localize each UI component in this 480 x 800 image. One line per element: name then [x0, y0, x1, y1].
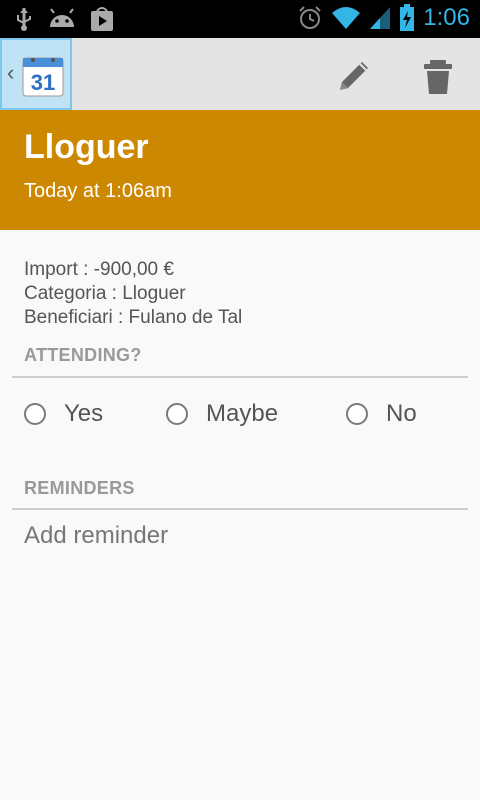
event-title: Lloguer [24, 128, 149, 166]
action-bar: ‹ 31 [0, 38, 480, 112]
notification-icons [14, 6, 114, 32]
event-header: Lloguer Today at 1:06am [0, 110, 480, 230]
attending-no-option[interactable]: No [346, 400, 417, 428]
radio-button[interactable] [24, 403, 46, 425]
event-datetime: Today at 1:06am [24, 180, 172, 202]
delete-icon[interactable] [416, 54, 460, 98]
play-store-icon [91, 7, 113, 31]
description-line: Beneficiari : Fulano de Tal [24, 307, 243, 328]
system-icons: 1:06 [297, 4, 470, 32]
calendar-app-icon: 31 [22, 57, 64, 97]
clock: 1:06 [423, 4, 470, 31]
description-line: Import : -900,00 € [24, 259, 174, 280]
attending-options: Yes Maybe No [0, 400, 480, 440]
calendar-day-number: 31 [31, 70, 55, 95]
signal-icon [370, 7, 391, 29]
attending-divider [12, 376, 468, 378]
android-debug-icon [50, 8, 74, 27]
status-bar: 1:06 [0, 0, 480, 38]
battery-charging-icon [400, 4, 415, 31]
home-up-button[interactable]: ‹ 31 [0, 38, 72, 110]
reminders-divider [12, 508, 468, 510]
attending-yes-option[interactable]: Yes [24, 400, 103, 428]
usb-icon [17, 8, 31, 31]
option-label: Yes [64, 400, 104, 427]
reminders-label: REMINDERS [24, 478, 135, 498]
radio-button[interactable] [346, 403, 368, 425]
event-description: Import : -900,00 € Categoria : Lloguer B… [24, 258, 242, 330]
radio-button[interactable] [166, 403, 188, 425]
option-label: No [386, 400, 417, 427]
back-caret-icon: ‹ [7, 60, 15, 85]
add-reminder-button[interactable]: Add reminder [24, 522, 168, 550]
attending-maybe-option[interactable]: Maybe [166, 400, 278, 428]
attending-label: ATTENDING? [24, 345, 142, 365]
option-label: Maybe [206, 400, 279, 427]
edit-icon[interactable] [332, 54, 376, 98]
description-line: Categoria : Lloguer [24, 283, 186, 304]
wifi-icon [332, 7, 361, 29]
alarm-icon [299, 6, 321, 29]
